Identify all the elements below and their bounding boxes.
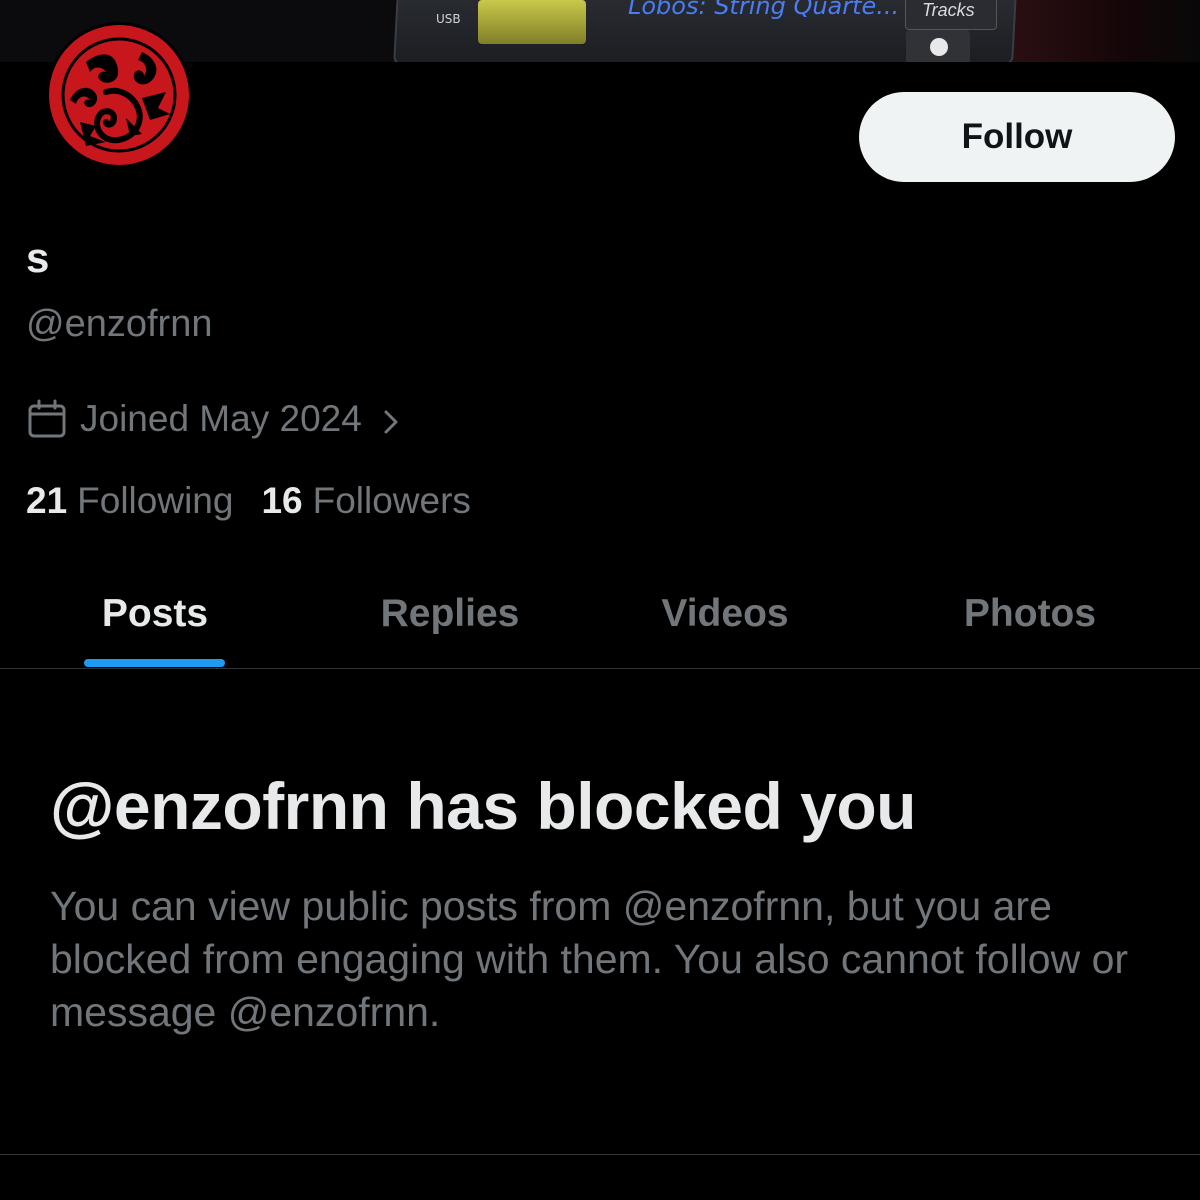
joined-date-text: Joined May 2024 bbox=[80, 398, 362, 439]
banner-album-art bbox=[478, 0, 586, 44]
tab-posts[interactable]: Posts bbox=[20, 560, 290, 668]
followers-count: 16 bbox=[261, 480, 303, 521]
avatar[interactable] bbox=[46, 22, 192, 168]
display-name: s bbox=[26, 234, 50, 281]
profile-tabs: Posts Replies Videos Photos bbox=[0, 560, 1200, 669]
dragon-sigil-icon bbox=[49, 25, 189, 165]
followers-label: Followers bbox=[312, 480, 471, 521]
tab-replies[interactable]: Replies bbox=[310, 560, 590, 668]
active-tab-indicator bbox=[84, 659, 225, 667]
divider bbox=[0, 1154, 1200, 1155]
banner-tracks-label: Tracks bbox=[922, 0, 975, 20]
follow-button[interactable]: Follow bbox=[859, 92, 1175, 182]
followers-stat[interactable]: 16 Followers bbox=[261, 480, 470, 522]
profile-handle: @enzofrnn bbox=[26, 303, 213, 345]
joined-date-row[interactable]: Joined May 2024 bbox=[26, 394, 406, 444]
banner-now-playing: Lobos: String Quarte... bbox=[628, 0, 900, 20]
following-label: Following bbox=[77, 480, 234, 521]
chevron-right-icon bbox=[376, 404, 406, 434]
banner-bluetooth-icon bbox=[906, 30, 970, 62]
blocked-title: @enzofrnn has blocked you bbox=[50, 769, 916, 843]
banner-background bbox=[1010, 0, 1200, 62]
banner-usb-label: USB bbox=[436, 12, 461, 26]
calendar-icon bbox=[26, 398, 68, 440]
profile-banner[interactable]: USB Lobos: String Quarte... Tracks bbox=[0, 0, 1200, 62]
blocked-description: You can view public posts from @enzofrnn… bbox=[50, 883, 1129, 1035]
follow-stats: 21 Following 16 Followers bbox=[26, 476, 499, 526]
tab-photos[interactable]: Photos bbox=[880, 560, 1180, 668]
following-count: 21 bbox=[26, 480, 68, 521]
tab-videos[interactable]: Videos bbox=[590, 560, 860, 668]
following-stat[interactable]: 21 Following bbox=[26, 480, 233, 522]
